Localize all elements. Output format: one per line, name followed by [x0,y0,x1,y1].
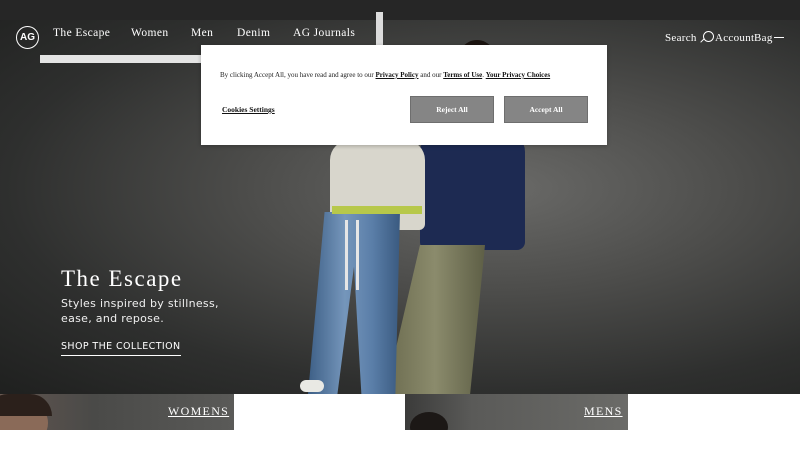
ag-logo[interactable]: AG [16,26,39,49]
account-link[interactable]: Account [715,32,754,44]
womens-tile-image-hair [0,394,52,416]
accept-all-button[interactable]: Accept All [504,96,588,123]
hero-image-drawstring [345,220,359,290]
womens-link[interactable]: WOMENS [168,404,229,419]
womens-category-tile[interactable]: WOMENS [0,394,234,430]
cookie-message: By clicking Accept All, you have read an… [220,71,550,79]
nav-item-ag-journals[interactable]: AG Journals [293,27,355,39]
mens-tile-image-head [410,412,448,430]
cookie-text-prefix: By clicking Accept All, you have read an… [220,71,374,79]
nav-underline-bar [40,55,202,63]
mens-category-tile[interactable]: MENS [405,394,628,430]
nav-indicator-bar [376,12,383,48]
cookies-settings-link[interactable]: Cookies Settings [222,105,275,114]
reject-all-button[interactable]: Reject All [410,96,494,123]
search-link[interactable]: Search [665,32,697,44]
search-icon[interactable] [703,31,714,42]
menu-icon[interactable] [774,37,784,39]
top-announcement-bar [0,0,800,20]
hero-title: The Escape [61,266,183,291]
nav-item-men[interactable]: Men [191,27,213,39]
hero-image-shoe [300,380,324,392]
nav-item-the-escape[interactable]: The Escape [53,27,110,39]
mens-link[interactable]: MENS [584,404,623,419]
hero-image-model-jacket [420,130,525,250]
privacy-policy-link[interactable]: Privacy Policy [376,71,419,79]
cookie-consent-banner: By clicking Accept All, you have read an… [201,45,607,145]
hero-subtitle: Styles inspired by stillness, ease, and … [61,297,219,325]
nav-item-denim[interactable]: Denim [237,27,270,39]
nav-item-women[interactable]: Women [131,27,168,39]
terms-of-use-link[interactable]: Terms of Use [443,71,482,79]
cookie-text-separator: . [482,71,484,79]
privacy-choices-link[interactable]: Your Privacy Choices [486,71,550,79]
hero-image-model-pants [385,245,485,394]
cookie-text-and: and our [420,71,442,79]
shop-collection-link[interactable]: SHOP THE COLLECTION [61,341,181,356]
hero-image-model-belt [332,206,422,214]
bag-link[interactable]: Bag [754,32,773,44]
